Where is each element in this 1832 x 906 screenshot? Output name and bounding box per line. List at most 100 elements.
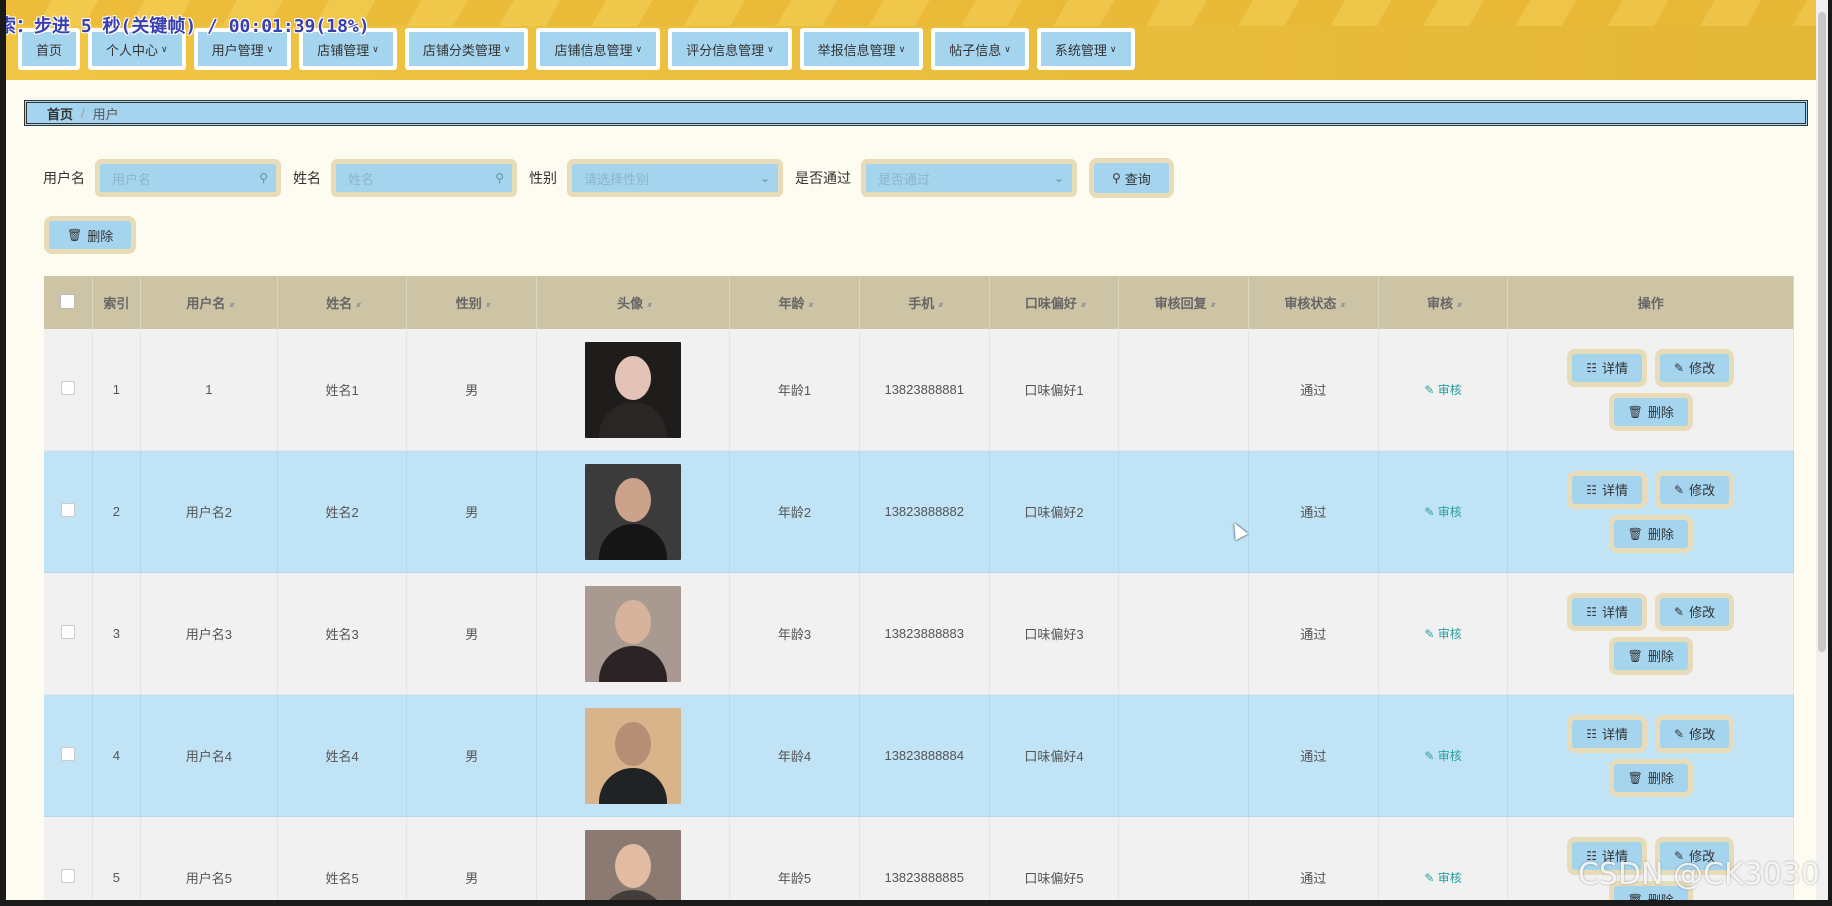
audit-link[interactable]: ✎ 审核 [1424,749,1461,763]
query-button[interactable]: ⚲ 查询 [1089,158,1174,198]
app-frame: 索：步进 5 秒(关键帧) / 00:01:39(18%) 首页 个人中心 ∨ 用户管… [6,0,1828,900]
detail-button[interactable]: ☷ 详情 [1567,470,1648,509]
chevron-down-icon: ∨ [1109,43,1117,54]
nav-item-7[interactable]: 举报信息管理 ∨ [799,28,924,70]
passed-select[interactable]: 是否通过 ⌄ [861,159,1077,197]
sort-icon[interactable]: ▴▾ [486,300,491,309]
nav-item-4[interactable]: 店铺分类管理 ∨ [404,28,529,70]
row-checkbox[interactable] [60,381,75,395]
table-row[interactable]: 2 用户名2 姓名2 男 年龄2 13823888882 口味偏好2 通过 ✎ 审核 ☷ 详情 ✎ 修改… [44,450,1794,573]
nav-item-8[interactable]: 帖子信息 ∨ [931,28,1029,70]
edit-button[interactable]: ✎ 修改 [1655,470,1735,509]
nav-item-9[interactable]: 系统管理 ∨ [1036,28,1135,70]
row-actions: ☷ 详情 ✎ 修改 🗑 删除 [1508,714,1793,797]
pencil-icon: ✎ [1674,604,1685,619]
edit-button[interactable]: ✎ 修改 [1655,592,1735,631]
row-checkbox[interactable] [60,625,75,639]
edit-button[interactable]: ✎ 修改 [1655,348,1735,387]
status-cell: 通过 [1248,329,1379,451]
gender-cell: 男 [406,572,538,695]
detail-button[interactable]: ☷ 详情 [1567,592,1648,631]
search-icon: ⚲ [1112,171,1121,185]
row-checkbox[interactable] [60,869,75,883]
delete-button[interactable]: 🗑 删除 [1608,636,1693,675]
taste-cell: 口味偏好2 [989,450,1120,573]
sort-icon[interactable]: ▴▾ [1457,300,1462,309]
reply-cell [1118,450,1249,573]
column-header-label: 审核状态 [1284,296,1337,311]
row-checkbox[interactable] [60,503,75,517]
sort-icon[interactable]: ▴▾ [229,300,234,309]
nav-item-6[interactable]: 评分信息管理 ∨ [668,28,792,70]
table-row[interactable]: 4 用户名4 姓名4 男 年龄4 13823888884 口味偏好4 通过 ✎ 审核 ☷ 详情 ✎ 修改… [44,694,1794,817]
sort-icon[interactable]: ▴▾ [938,300,943,309]
username-cell: 用户名2 [140,450,278,573]
sort-icon[interactable]: ▴▾ [647,300,652,309]
edit-button[interactable]: ✎ 修改 [1655,714,1735,753]
detail-button[interactable]: ☷ 详情 [1567,348,1648,387]
avatar [585,829,682,900]
row-actions: ☷ 详情 ✎ 修改 🗑 删除 [1508,470,1793,553]
nav-item-label: 评分信息管理 [686,42,765,58]
sort-icon[interactable]: ▴▾ [1081,300,1086,309]
sort-icon[interactable]: ▴▾ [809,300,814,309]
column-header-label: 审核 [1427,296,1454,311]
table-row[interactable]: 3 用户名3 姓名3 男 年龄3 13823888883 口味偏好3 通过 ✎ 审核 ☷ 详情 ✎ 修改… [44,572,1794,695]
audit-link[interactable]: ✎ 审核 [1424,383,1461,397]
chevron-down-icon: ∨ [503,43,511,54]
audit-link[interactable]: ✎ 审核 [1424,871,1461,885]
detail-button[interactable]: ☷ 详情 [1567,714,1648,753]
edit-button-label: 修改 [1689,727,1716,742]
avatar-head [615,721,652,766]
phone-cell: 13823888884 [859,694,990,817]
row-actions-line: ☷ 详情 ✎ 修改 [1567,714,1735,753]
breadcrumb-home[interactable]: 首页 [47,104,73,123]
batch-delete-button[interactable]: 🗑 删除 [44,216,137,254]
table-row[interactable]: 5 用户名5 姓名5 男年龄5 13823888885 口味偏好5 通过 ✎ 审核 ☷ 详情 ✎ 修改… [44,816,1794,900]
name-cell: 姓名4 [277,694,408,817]
sort-icon[interactable]: ▴▾ [1211,300,1216,309]
delete-button[interactable]: 🗑 删除 [1608,758,1693,797]
scrollbar-thumb[interactable] [1818,12,1826,652]
trash-icon: 🗑 [1627,648,1643,663]
avatar-cell [536,572,731,695]
name-search-input[interactable]: 姓名 ⚲ [331,159,517,197]
trash-icon: 🗑 [1627,770,1643,785]
column-header-label: 审核回复 [1154,296,1207,311]
pencil-icon: ✎ [1674,726,1685,741]
avatar-head [615,355,652,400]
taste-cell: 口味偏好1 [989,329,1120,451]
delete-button[interactable]: 🗑 删除 [1608,392,1693,431]
table-row[interactable]: 1 1 姓名1 男年龄1 13823888881 口味偏好1 通过 ✎ 审核 ☷ 详情 ✎ 修改 🗑 删除 [44,329,1794,451]
nav-item-5[interactable]: 店铺信息管理 ∨ [536,28,661,70]
actions-cell: ☷ 详情 ✎ 修改 🗑 删除 [1507,572,1794,695]
detail-button-label: 详情 [1602,361,1629,376]
row-select-cell [44,816,93,900]
nav-item-label: 店铺管理 [317,42,370,58]
column-header: 口味偏好 ▴▾ [989,276,1120,329]
audit-link-label: 审核 [1437,749,1462,763]
reply-cell [1118,329,1249,451]
age-cell: 年龄4 [729,694,860,817]
avatar [585,585,682,682]
age-cell: 年龄1 [729,329,860,451]
chevron-down-icon: ∨ [898,43,906,54]
gender-select[interactable]: 请选择性别 ⌄ [567,159,783,197]
username-search-input[interactable]: 用户名 ⚲ [95,159,281,197]
actions-cell: ☷ 详情 ✎ 修改 🗑 删除 [1507,450,1794,573]
breadcrumb-separator: / [81,105,85,121]
username-label: 用户名 [43,170,85,186]
sort-icon[interactable]: ▴▾ [356,300,361,309]
row-select-cell [44,572,93,695]
sort-icon[interactable]: ▴▾ [1340,300,1345,309]
audit-link[interactable]: ✎ 审核 [1424,505,1461,519]
audit-link[interactable]: ✎ 审核 [1424,627,1461,641]
column-header-label: 口味偏好 [1024,296,1077,311]
chevron-down-icon: ∨ [266,43,274,54]
trash-icon: 🗑 [1627,404,1643,419]
row-checkbox[interactable] [60,747,75,761]
passed-label: 是否通过 [795,170,851,186]
select-all-checkbox[interactable] [60,293,76,309]
delete-button[interactable]: 🗑 删除 [1608,514,1693,553]
page-scrollbar[interactable] [1816,0,1828,900]
